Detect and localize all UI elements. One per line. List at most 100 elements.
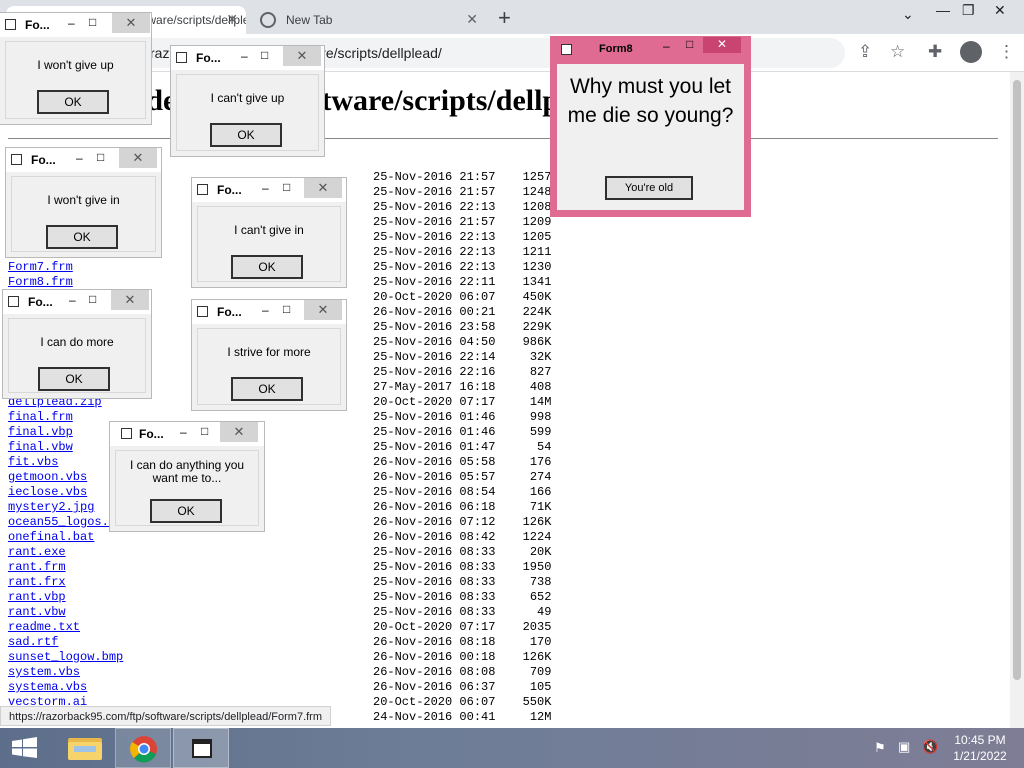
form-icon — [11, 154, 22, 165]
file-link[interactable]: rant.exe — [8, 545, 66, 559]
file-link[interactable]: Form8.frm — [8, 275, 73, 289]
close-tab-icon[interactable]: ✕ — [466, 11, 478, 28]
menu-kebab-icon[interactable]: ⋮ — [998, 42, 1015, 62]
file-link[interactable]: final.vbp — [8, 425, 73, 439]
form-window-icon — [192, 739, 212, 758]
file-date: 26-Nov-2016 07:12 — [373, 515, 496, 529]
minimize-icon[interactable]: ‒ — [69, 293, 76, 307]
action-center-flag-icon[interactable]: ⚑ — [874, 740, 886, 756]
dialog-title: Fo... — [25, 18, 50, 32]
file-size: 450K — [522, 290, 552, 304]
scrollbar-thumb[interactable] — [1013, 80, 1021, 680]
clock-time: 10:45 PM — [954, 733, 1006, 747]
dialog-titlebar[interactable]: Fo... ‒ □ ✕ — [171, 46, 324, 70]
maximize-icon[interactable]: □ — [97, 150, 104, 164]
profile-avatar-icon[interactable] — [960, 41, 982, 63]
file-link[interactable]: rant.vbp — [8, 590, 66, 604]
close-icon[interactable]: ✕ — [111, 290, 149, 310]
form-dialog-5: Fo... ‒ □ ✕ I can do more OK — [2, 289, 152, 399]
restore-icon[interactable]: ❐ — [962, 2, 975, 19]
minimize-icon[interactable]: ‒ — [663, 39, 670, 53]
minimize-icon[interactable]: ‒ — [262, 181, 269, 195]
close-tab-icon[interactable]: ✕ — [226, 11, 238, 28]
form-icon — [197, 184, 208, 195]
file-link[interactable]: rant.frm — [8, 560, 66, 574]
close-window-icon[interactable]: ✕ — [994, 2, 1006, 19]
new-tab-button[interactable]: + — [498, 5, 511, 31]
youre-old-button[interactable]: You're old — [605, 176, 693, 200]
minimize-icon[interactable]: — — [936, 2, 950, 18]
maximize-icon[interactable]: □ — [686, 37, 693, 51]
close-icon[interactable]: ✕ — [112, 13, 150, 33]
file-size: 176 — [529, 455, 552, 469]
dialog-titlebar[interactable]: Fo... ‒ □ ✕ — [3, 290, 151, 314]
close-icon[interactable]: ✕ — [220, 422, 258, 442]
file-link[interactable]: final.frm — [8, 410, 73, 424]
start-button[interactable] — [0, 728, 56, 768]
dialog-titlebar[interactable]: Fo... ‒ □ ✕ — [110, 422, 264, 446]
browser-tab-strip: razorback95.com/ftp/software/scripts/del… — [0, 0, 1024, 34]
dialog-titlebar[interactable]: Fo... ‒ □ ✕ — [0, 13, 151, 37]
share-icon[interactable]: ⇪ — [858, 42, 872, 62]
bookmark-star-icon[interactable]: ☆ — [890, 42, 905, 62]
system-clock[interactable]: 10:45 PM 1/21/2022 — [944, 732, 1016, 764]
ok-button[interactable]: OK — [150, 499, 222, 523]
maximize-icon[interactable]: □ — [89, 292, 96, 306]
file-link[interactable]: final.vbw — [8, 440, 73, 454]
minimize-icon[interactable]: ‒ — [241, 49, 248, 63]
maximize-icon[interactable]: □ — [283, 180, 290, 194]
file-date: 26-Nov-2016 06:37 — [373, 680, 496, 694]
maximize-icon[interactable]: □ — [201, 424, 208, 438]
ok-button[interactable]: OK — [38, 367, 110, 391]
maximize-icon[interactable]: □ — [89, 15, 96, 29]
close-icon[interactable]: ✕ — [703, 37, 741, 53]
volume-muted-icon[interactable]: 🔇 — [922, 739, 938, 755]
dialog-titlebar[interactable]: Fo... ‒ □ ✕ — [192, 300, 346, 324]
maximize-icon[interactable]: □ — [283, 302, 290, 316]
maximize-icon[interactable]: □ — [261, 48, 268, 62]
chevron-down-icon[interactable]: ⌄ — [902, 6, 914, 23]
form-icon — [8, 296, 19, 307]
file-meta: 26-Nov-2016 08:18 170 — [373, 635, 551, 649]
ok-button[interactable]: OK — [231, 377, 303, 401]
minimize-icon[interactable]: ‒ — [68, 16, 75, 30]
tab-new-tab[interactable]: New Tab ✕ — [250, 6, 486, 34]
file-date: 25-Nov-2016 22:14 — [373, 350, 496, 364]
minimize-icon[interactable]: ‒ — [76, 151, 83, 165]
ok-button[interactable]: OK — [46, 225, 118, 249]
close-icon[interactable]: ✕ — [283, 46, 321, 66]
close-icon[interactable]: ✕ — [304, 178, 342, 198]
ok-button[interactable]: OK — [37, 90, 109, 114]
dialog-titlebar[interactable]: Fo... ‒ □ ✕ — [192, 178, 346, 202]
file-link[interactable]: system.vbs — [8, 665, 80, 679]
windows-logo-icon — [12, 737, 37, 758]
minimize-icon[interactable]: ‒ — [262, 303, 269, 317]
vertical-scrollbar[interactable] — [1010, 72, 1024, 728]
file-explorer-taskbar-button[interactable] — [57, 728, 113, 768]
close-icon[interactable]: ✕ — [119, 148, 157, 168]
ok-button[interactable]: OK — [210, 123, 282, 147]
file-link[interactable]: systema.vbs — [8, 680, 87, 694]
file-size: 170 — [529, 635, 552, 649]
file-link[interactable]: readme.txt — [8, 620, 80, 634]
file-link[interactable]: mystery2.jpg — [8, 500, 94, 514]
minimize-icon[interactable]: ‒ — [180, 425, 187, 439]
ok-button[interactable]: OK — [231, 255, 303, 279]
vb-form-taskbar-button[interactable] — [173, 728, 229, 768]
file-date: 20-Oct-2020 06:07 — [373, 695, 496, 709]
dialog-titlebar[interactable]: Fo... ‒ □ ✕ — [6, 148, 161, 172]
file-link[interactable]: getmoon.vbs — [8, 470, 87, 484]
file-link[interactable]: sunset_logow.bmp — [8, 650, 123, 664]
file-link[interactable]: ieclose.vbs — [8, 485, 87, 499]
file-link[interactable]: rant.vbw — [8, 605, 66, 619]
file-link[interactable]: sad.rtf — [8, 635, 58, 649]
extensions-puzzle-icon[interactable]: ✚ — [928, 42, 942, 62]
file-link[interactable]: rant.frx — [8, 575, 66, 589]
file-link[interactable]: Form7.frm — [8, 260, 73, 274]
file-link[interactable]: fit.vbs — [8, 455, 58, 469]
chrome-taskbar-button[interactable] — [115, 728, 171, 768]
close-icon[interactable]: ✕ — [304, 300, 342, 320]
network-icon[interactable]: ▣ — [898, 739, 910, 755]
windows-taskbar: ⚑ ▣ 🔇 10:45 PM 1/21/2022 — [0, 728, 1024, 768]
file-link[interactable]: onefinal.bat — [8, 530, 94, 544]
